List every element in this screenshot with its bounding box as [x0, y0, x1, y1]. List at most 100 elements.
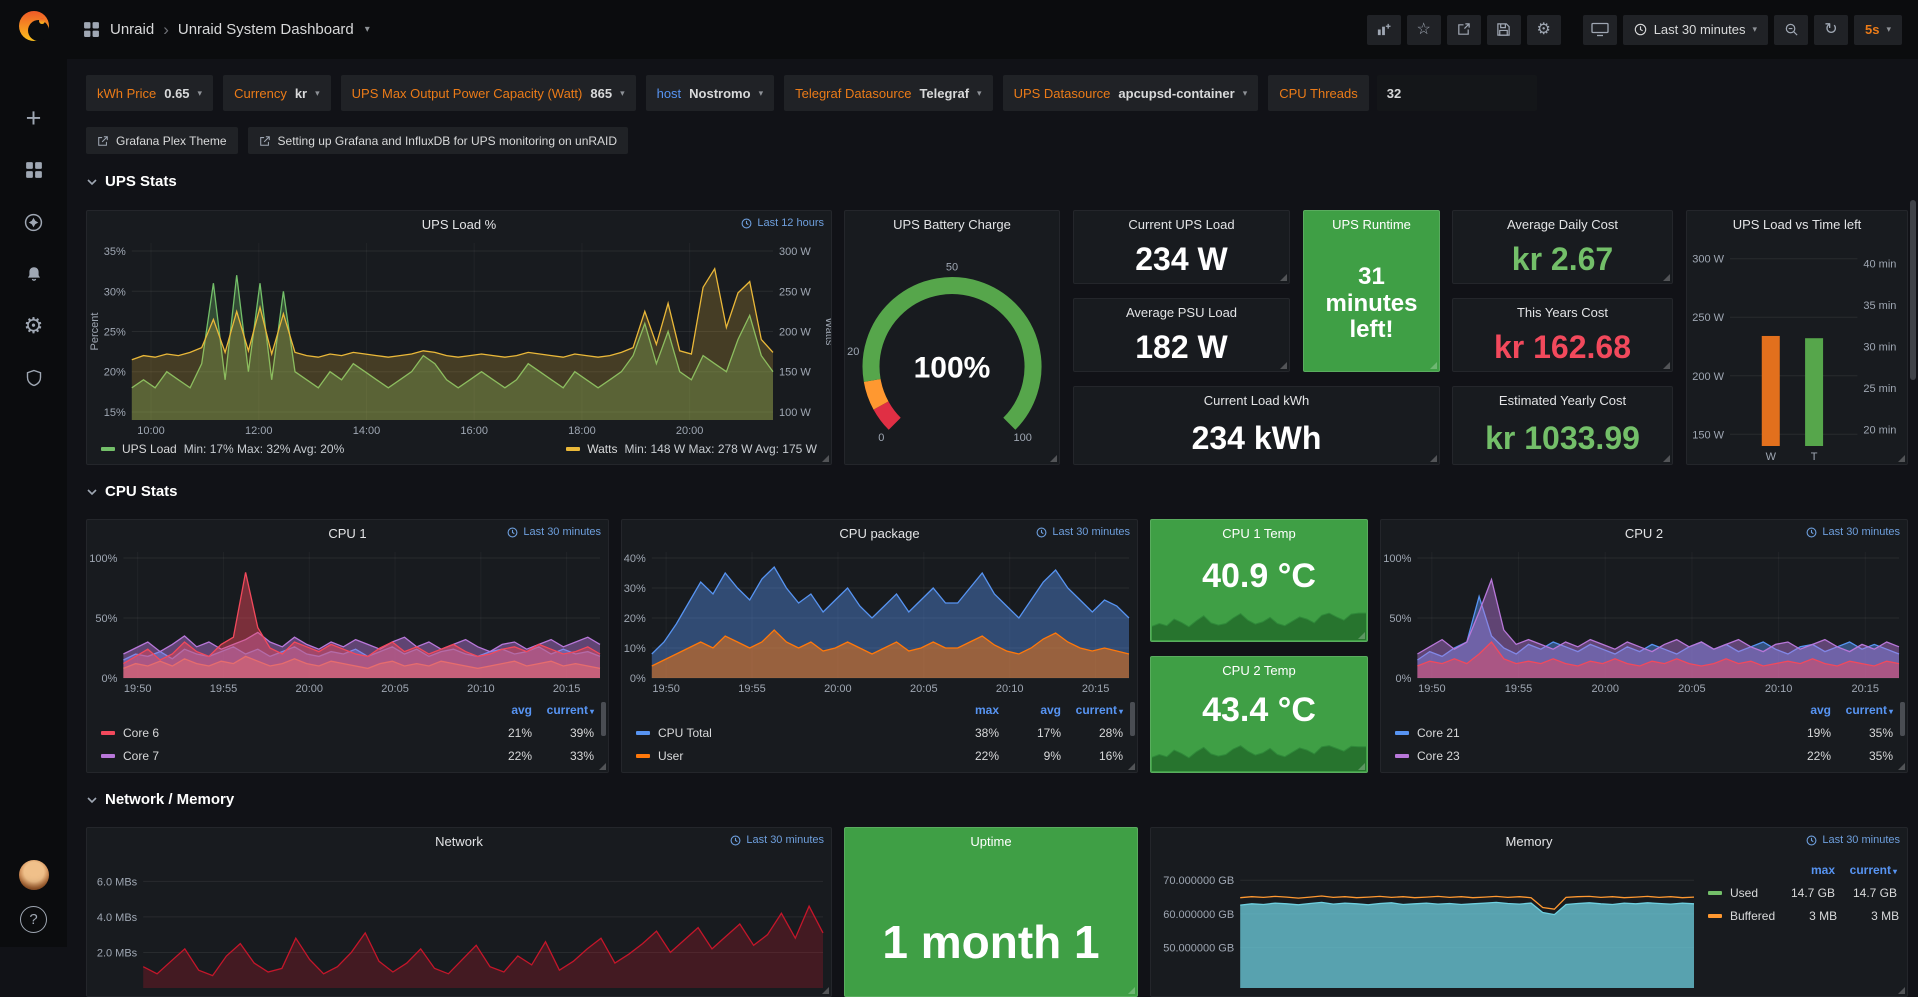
help-button[interactable]: ? [20, 906, 47, 933]
panel-title[interactable]: Current Load kWh [1204, 393, 1310, 408]
legend-item[interactable]: Core 6 [101, 726, 470, 740]
dashboards-icon [25, 161, 43, 179]
panel-time-override[interactable]: Last 30 minutes [507, 526, 601, 538]
panel-time-override[interactable]: Last 30 minutes [1036, 526, 1130, 538]
legend-sort-max[interactable]: max [1773, 863, 1835, 877]
legend-item[interactable]: Core 7 [101, 749, 470, 763]
alerting-button[interactable] [10, 250, 58, 298]
server-admin-button[interactable] [10, 354, 58, 402]
configuration-button[interactable]: ⚙ [10, 302, 58, 350]
legend-sort-max[interactable]: max [937, 703, 999, 717]
legend-scrollbar[interactable] [1900, 702, 1905, 736]
panel-title[interactable]: CPU 1 Temp [1222, 526, 1295, 541]
variable-ups-max-output[interactable]: UPS Max Output Power Capacity (Watt) 865… [341, 75, 636, 111]
cpu-threads-input[interactable]: 32 [1377, 75, 1537, 111]
legend-item[interactable]: CPU Total [636, 726, 937, 740]
svg-text:100%: 100% [914, 352, 991, 385]
panel-title[interactable]: Memory [1506, 834, 1553, 849]
star-dashboard-button[interactable]: ☆ [1407, 15, 1441, 45]
panel-title[interactable]: Network [435, 834, 483, 849]
svg-text:30%: 30% [104, 286, 126, 298]
refresh-button[interactable]: ↻ [1814, 15, 1848, 45]
refresh-interval-picker[interactable]: 5s ▾ [1854, 15, 1902, 45]
section-cpu-stats[interactable]: CPU Stats [86, 483, 178, 500]
variable-label: Currency [234, 86, 287, 101]
grafana-logo[interactable] [16, 8, 52, 44]
page-scrollbar[interactable] [1910, 200, 1916, 380]
dashboard-title[interactable]: Unraid System Dashboard [178, 21, 354, 38]
add-panel-button[interactable] [1367, 15, 1401, 45]
variable-host[interactable]: host Nostromo ▾ [646, 75, 775, 111]
legend-sort-current[interactable]: current▾ [1835, 863, 1897, 877]
legend-value: 16% [1061, 749, 1123, 763]
svg-text:50%: 50% [1389, 613, 1411, 625]
variable-currency[interactable]: Currency kr ▾ [223, 75, 331, 111]
memory-chart[interactable]: 50.000000 GB60.000000 GB70.000000 GB [1151, 854, 1702, 996]
clock-icon [741, 218, 752, 229]
legend-item[interactable]: Used [1708, 886, 1773, 900]
legend-sort-current[interactable]: current▾ [1831, 703, 1893, 717]
legend-sort-avg[interactable]: avg [1769, 703, 1831, 717]
legend-item[interactable]: Buffered [1708, 909, 1775, 923]
variable-telegraf-datasource[interactable]: Telegraf Datasource Telegraf ▾ [784, 75, 992, 111]
panel-title[interactable]: This Years Cost [1517, 305, 1608, 320]
network-chart[interactable]: 2.0 MBs4.0 MBs6.0 MBs [87, 854, 831, 996]
panel-title[interactable]: Average PSU Load [1126, 305, 1237, 320]
panel-title[interactable]: CPU 2 Temp [1222, 663, 1295, 678]
dashboard-settings-button[interactable]: ⚙ [1527, 15, 1561, 45]
panel-title[interactable]: CPU 2 [1625, 526, 1663, 541]
create-button[interactable]: + [10, 94, 58, 142]
variable-value: Nostromo [689, 86, 750, 101]
variable-ups-datasource[interactable]: UPS Datasource apcupsd-container ▾ [1003, 75, 1259, 111]
dashboard-link-ups-guide[interactable]: Setting up Grafana and InfluxDB for UPS … [248, 127, 629, 154]
legend-item[interactable]: User [636, 749, 937, 763]
panel-title[interactable]: Average Daily Cost [1507, 217, 1618, 232]
dashboard-link-plex-theme[interactable]: Grafana Plex Theme [86, 127, 238, 154]
panel-title[interactable]: CPU package [839, 526, 919, 541]
share-dashboard-button[interactable] [1447, 15, 1481, 45]
legend-item[interactable]: UPS LoadMin: 17% Max: 32% Avg: 20% [101, 442, 344, 456]
cpu2-chart[interactable]: 0%50%100%19:5019:5520:0020:0520:1020:15 [1381, 546, 1907, 696]
legend-scrollbar[interactable] [1130, 702, 1135, 736]
ups-bar-chart[interactable]: 150 W200 W250 W300 W20 min25 min30 min35… [1687, 237, 1907, 464]
panel-title[interactable]: UPS Load % [422, 217, 496, 232]
panel-title[interactable]: Uptime [970, 834, 1011, 849]
variable-kwh-price[interactable]: kWh Price 0.65 ▾ [86, 75, 213, 111]
panel-time-override[interactable]: Last 12 hours [741, 217, 824, 229]
panel-title[interactable]: Estimated Yearly Cost [1499, 393, 1626, 408]
panel-time-override[interactable]: Last 30 minutes [1806, 834, 1900, 846]
user-avatar[interactable] [19, 860, 49, 890]
section-ups-stats[interactable]: UPS Stats [86, 173, 177, 190]
legend-item[interactable]: Core 23 [1395, 749, 1769, 763]
legend-scrollbar[interactable] [601, 702, 606, 736]
zoom-out-time-button[interactable] [1774, 15, 1808, 45]
panel-title[interactable]: UPS Battery Charge [893, 217, 1011, 232]
legend-sort-current[interactable]: current▾ [1061, 703, 1123, 717]
legend-sort-avg[interactable]: avg [470, 703, 532, 717]
star-icon: ☆ [1417, 22, 1431, 38]
stat-value: 31 minutes left! [1304, 237, 1439, 371]
panel-title[interactable]: Current UPS Load [1128, 217, 1234, 232]
cpu1-chart[interactable]: 0%50%100%19:5019:5520:0020:0520:1020:15 [87, 546, 608, 696]
cpu-package-chart[interactable]: 0%10%20%30%40%19:5019:5520:0020:0520:102… [622, 546, 1137, 696]
section-network-memory[interactable]: Network / Memory [86, 791, 234, 808]
legend-sort-avg[interactable]: avg [999, 703, 1061, 717]
panel-time-override[interactable]: Last 30 minutes [1806, 526, 1900, 538]
legend-item[interactable]: Core 21 [1395, 726, 1769, 740]
panel-title[interactable]: UPS Runtime [1332, 217, 1411, 232]
dashboard-picker-caret-icon[interactable]: ▾ [365, 24, 370, 35]
legend-sort-current[interactable]: current▾ [532, 703, 594, 717]
ups-battery-gauge[interactable]: 02050100100% [845, 237, 1059, 464]
time-range-picker[interactable]: Last 30 minutes ▾ [1623, 15, 1768, 45]
breadcrumb-app[interactable]: Unraid [110, 21, 154, 38]
dashboards-button[interactable] [10, 146, 58, 194]
panel-time-override[interactable]: Last 30 minutes [730, 834, 824, 846]
share-icon [1456, 22, 1471, 37]
legend-item[interactable]: WattsMin: 148 W Max: 278 W Avg: 175 W [566, 442, 817, 456]
panel-title[interactable]: UPS Load vs Time left [1733, 217, 1862, 232]
cycle-view-mode-button[interactable] [1583, 15, 1617, 45]
panel-title[interactable]: CPU 1 [328, 526, 366, 541]
save-dashboard-button[interactable] [1487, 15, 1521, 45]
explore-button[interactable] [10, 198, 58, 246]
ups-load-chart[interactable]: 15%20%25%30%35%100 W150 W200 W250 W300 W… [87, 237, 831, 438]
